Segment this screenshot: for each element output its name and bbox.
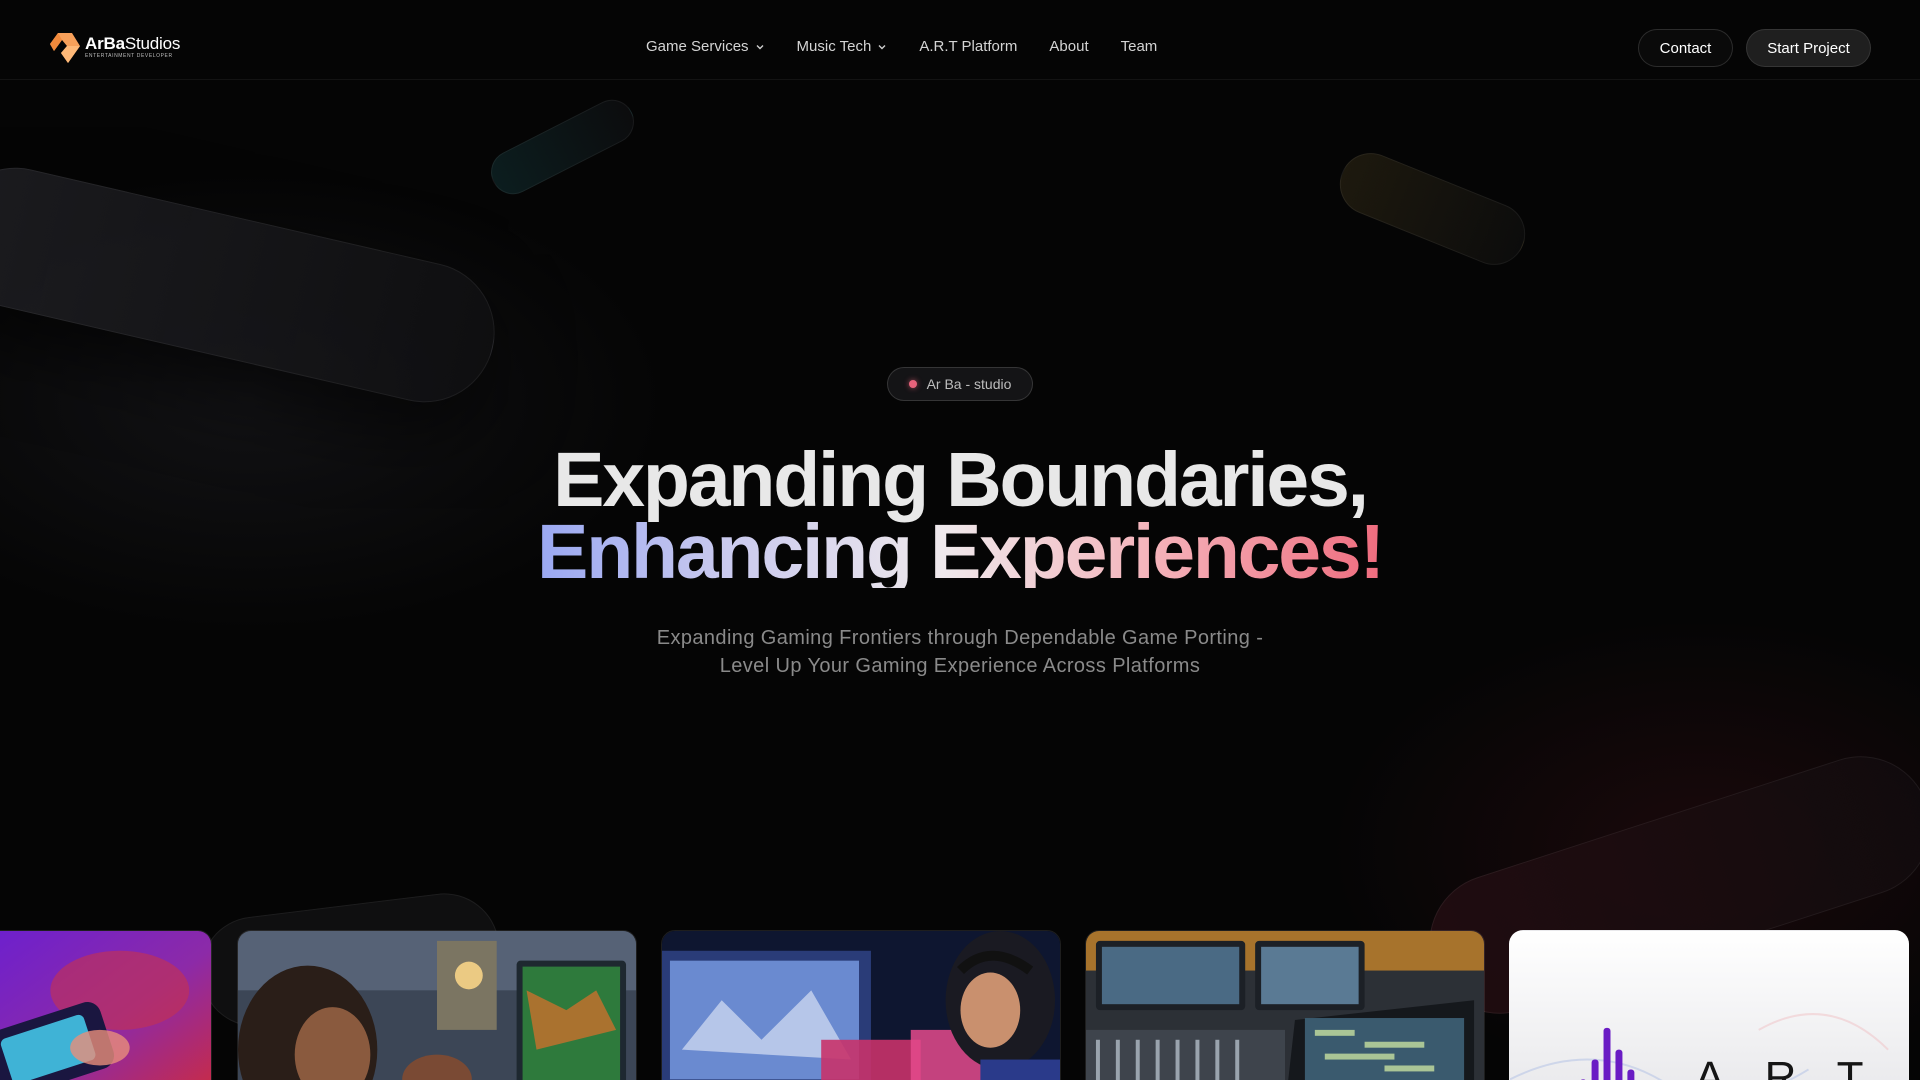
- hero-headline-line2: Enhancing Experiences!: [537, 509, 1385, 595]
- showcase-card-game-review[interactable]: [237, 930, 637, 1080]
- nav-item-team[interactable]: Team: [1121, 38, 1158, 55]
- hero-headline: Expanding Boundaries, Enhancing Experien…: [0, 437, 1920, 595]
- mobile-gaming-image: [0, 931, 211, 1080]
- nav-item-art-platform[interactable]: A.R.T Platform: [919, 38, 1017, 55]
- chevron-down-icon: [756, 44, 764, 49]
- showcase-card-music-studio[interactable]: [1085, 930, 1485, 1080]
- nav-item-label: Music Tech: [796, 38, 872, 55]
- hero-headline-line1: Expanding Boundaries,: [553, 437, 1369, 523]
- nav-item-label: Team: [1120, 38, 1158, 55]
- nav-item-game-services[interactable]: Game Services: [646, 38, 765, 55]
- decorative-pill-small-gold: [1330, 143, 1535, 275]
- nav-item-label: A.R.T Platform: [919, 38, 1018, 55]
- hero-subtitle-line2: Level Up Your Gaming Experience Across P…: [719, 655, 1201, 677]
- hero-subtitle-line1: Expanding Gaming Frontiers through Depen…: [656, 627, 1264, 649]
- nav-item-about[interactable]: About: [1049, 38, 1088, 55]
- start-project-button[interactable]: Start Project: [1746, 29, 1871, 67]
- hero-subtitle: Expanding Gaming Frontiers through Depen…: [560, 624, 1360, 680]
- brand-name: ArBaStudios: [85, 34, 181, 53]
- status-dot-icon: [908, 380, 917, 388]
- brand-logo[interactable]: ArBaStudios ENTERTAINMENT DEVELOPER: [48, 29, 180, 65]
- hero-badge: Ar Ba - studio: [887, 367, 1033, 401]
- nav-item-label: About: [1049, 38, 1089, 55]
- nav-item-music-tech[interactable]: Music Tech: [797, 38, 888, 55]
- showcase-card-esports[interactable]: [661, 930, 1061, 1080]
- showcase-card-mobile-gaming[interactable]: [0, 930, 212, 1080]
- showcase-card-art-platform[interactable]: A.R.T: [1509, 930, 1909, 1080]
- site-header: ArBaStudios ENTERTAINMENT DEVELOPER Game…: [0, 0, 1920, 80]
- music-studio-image: [1086, 931, 1484, 1080]
- game-review-image: [238, 931, 636, 1080]
- brand-tagline: ENTERTAINMENT DEVELOPER: [85, 53, 173, 59]
- chevron-down-icon: [878, 44, 886, 49]
- main-nav: Game Services Music Tech A.R.T Platform …: [646, 38, 1157, 55]
- hero-badge-label: Ar Ba - studio: [926, 376, 1012, 392]
- nav-item-label: Game Services: [646, 38, 749, 55]
- brand-logo-icon: [50, 33, 80, 63]
- decorative-pill-large-left: [0, 153, 509, 417]
- decorative-pill-small-teal: [483, 92, 642, 202]
- esports-image: [662, 931, 1060, 1080]
- contact-button[interactable]: Contact: [1638, 29, 1733, 67]
- art-platform-label: A.R.T: [1695, 1053, 1878, 1080]
